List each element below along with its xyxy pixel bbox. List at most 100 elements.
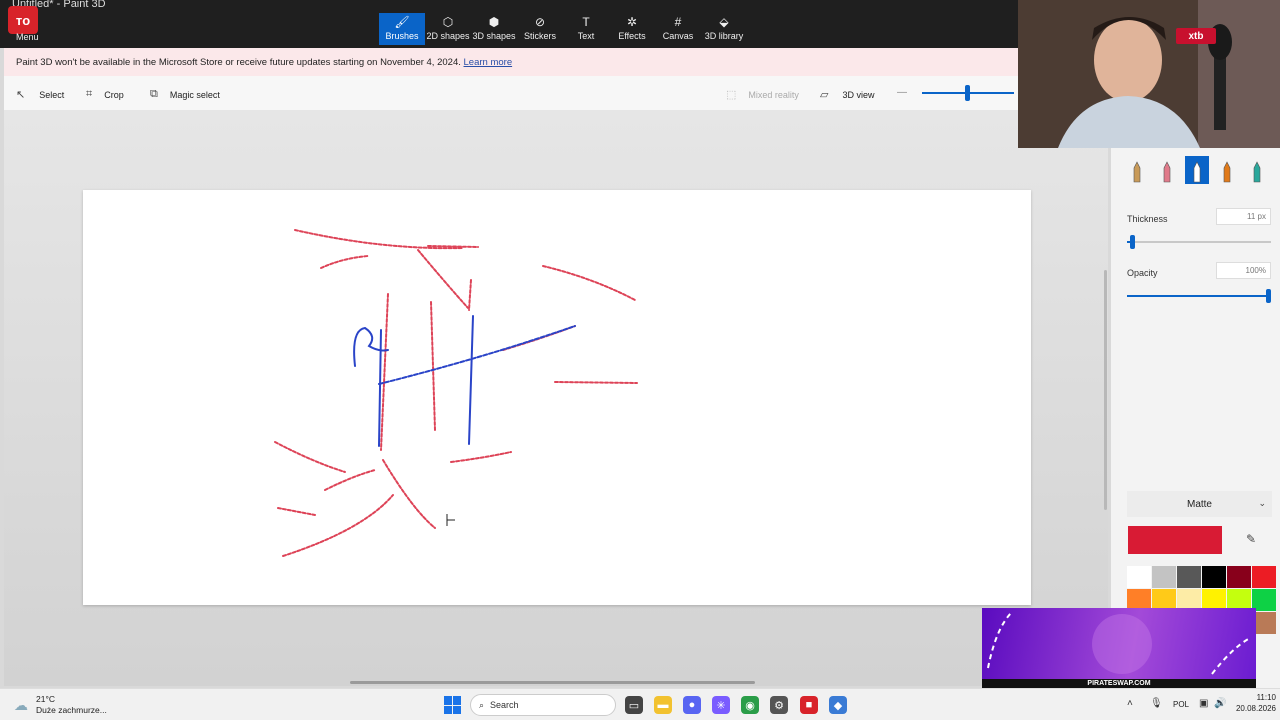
- network-icon[interactable]: ▣: [1199, 698, 1208, 709]
- color-swatch[interactable]: [1177, 566, 1201, 588]
- thickness-slider-thumb[interactable]: [1129, 235, 1135, 249]
- volume-icon[interactable]: 🔊: [1214, 698, 1226, 709]
- tab-label: Stickers: [523, 31, 556, 41]
- 3d-view-button[interactable]: ▱ 3D view: [820, 88, 874, 101]
- app-red-icon[interactable]: ■: [800, 696, 818, 714]
- opacity-slider[interactable]: [1127, 289, 1271, 303]
- opacity-input[interactable]: 100%: [1216, 262, 1271, 279]
- color-swatch[interactable]: [1202, 566, 1226, 588]
- zoom-slider-thumb[interactable]: [965, 85, 970, 101]
- banner-message: Paint 3D won't be available in the Micro…: [16, 57, 461, 68]
- crop-label: Crop: [104, 89, 124, 100]
- stroke: [427, 245, 479, 248]
- tab-label: Effects: [618, 31, 646, 41]
- paint-3d-taskbar-icon[interactable]: ◆: [829, 696, 847, 714]
- crayon-brush-icon[interactable]: [1245, 156, 1269, 184]
- taskbar-search[interactable]: ⌕ Search: [470, 694, 616, 716]
- magic-select-button[interactable]: ⧉ Magic select: [150, 88, 220, 101]
- file-explorer-icon[interactable]: ▬: [654, 696, 672, 714]
- effects-icon: ✲: [626, 15, 638, 29]
- stroke: [417, 249, 469, 309]
- stroke: [277, 507, 316, 516]
- 3d-library-icon: ⬙: [719, 15, 729, 29]
- search-icon: ⌕: [479, 699, 485, 710]
- tab-text[interactable]: T Text: [563, 13, 609, 45]
- stroke: [542, 265, 636, 301]
- tab-3d-shapes[interactable]: ⬢ 3D shapes: [471, 13, 517, 45]
- calligraphy-pen-icon[interactable]: [1185, 156, 1209, 184]
- clock-time[interactable]: 11:10: [1238, 693, 1276, 702]
- search-placeholder: Search: [490, 700, 519, 710]
- app-logo-icon[interactable]: ᴛᴏ: [8, 6, 38, 34]
- app-settings-icon[interactable]: ⚙: [770, 696, 788, 714]
- tab-brushes[interactable]: 🖌 Brushes: [379, 13, 425, 45]
- stroke: [430, 301, 436, 431]
- stroke: [380, 293, 389, 451]
- brush-panel: Thickness 11 px Opacity 100% Matte ⌄ ✎: [1111, 148, 1280, 688]
- color-swatch[interactable]: [1227, 566, 1251, 588]
- brush-icon: 🖌: [394, 15, 410, 29]
- tab-stickers[interactable]: ⊘ Stickers: [517, 13, 563, 45]
- ad-graphic: [987, 611, 1251, 675]
- stroke: [274, 441, 346, 473]
- weather-temperature[interactable]: 21°C: [36, 694, 55, 704]
- tab-label: 2D shapes: [426, 31, 470, 41]
- tab-label: 3D shapes: [472, 31, 516, 41]
- color-swatch[interactable]: [1252, 566, 1276, 588]
- app-toolbar: Untitled* - Paint 3D ᴛᴏ Menu 🖌 Brushes ⬡ 2D…: [0, 0, 1018, 48]
- pencil-brush-icon[interactable]: [1215, 156, 1239, 184]
- deprecation-banner: Paint 3D won't be available in the Micro…: [4, 48, 1018, 76]
- menu-button[interactable]: Menu: [16, 32, 39, 42]
- clock-date[interactable]: 20.08.2026: [1232, 704, 1276, 713]
- select-label: Select: [39, 89, 65, 100]
- xtb-badge-text: xtb: [1188, 30, 1204, 42]
- drawing-canvas[interactable]: [83, 190, 1031, 605]
- discord-icon[interactable]: ●: [683, 696, 701, 714]
- canvas-drawing: [274, 229, 638, 557]
- tab-label: Canvas: [662, 31, 694, 41]
- vertical-scrollbar[interactable]: [1104, 270, 1107, 510]
- tab-3d-library[interactable]: ⬙ 3D library: [701, 13, 747, 45]
- weather-description[interactable]: Duże zachmurze...: [36, 705, 107, 715]
- select-button[interactable]: ↖ Select: [16, 88, 64, 101]
- thickness-label: Thickness: [1127, 214, 1168, 224]
- mixed-reality-button[interactable]: ⬚ Mixed reality: [726, 88, 799, 101]
- stroke: [554, 381, 638, 384]
- microphone-icon[interactable]: 🎙: [1150, 698, 1163, 709]
- tab-label: Text: [577, 31, 595, 41]
- zoom-out-icon[interactable]: —: [897, 87, 907, 98]
- opacity-slider-thumb[interactable]: [1266, 289, 1271, 303]
- eyedropper-icon[interactable]: ✎: [1246, 532, 1256, 546]
- thickness-slider[interactable]: [1127, 235, 1271, 249]
- tab-canvas[interactable]: # Canvas: [655, 13, 701, 45]
- stroke: [378, 325, 576, 385]
- color-swatch[interactable]: [1152, 566, 1176, 588]
- current-color-swatch[interactable]: [1128, 526, 1222, 554]
- pen-brush-icon[interactable]: [1125, 156, 1149, 184]
- crop-button[interactable]: ⌗ Crop: [86, 88, 124, 101]
- chevron-up-icon[interactable]: ˄: [1127, 698, 1133, 709]
- chrome-icon[interactable]: ◉: [741, 696, 759, 714]
- marker-brush-icon[interactable]: [1155, 156, 1179, 184]
- start-button[interactable]: [444, 696, 462, 714]
- task-view-icon[interactable]: ▭: [625, 696, 643, 714]
- stroke: [382, 459, 436, 529]
- language-indicator[interactable]: POL: [1173, 700, 1189, 709]
- weather-cloud-icon[interactable]: ☁: [14, 697, 28, 714]
- finish-dropdown[interactable]: Matte ⌄: [1127, 491, 1272, 517]
- windows-logo-icon: [444, 705, 452, 714]
- app-star-icon[interactable]: ✳: [712, 696, 730, 714]
- mixed-reality-icon: ⬚: [726, 89, 737, 101]
- chevron-down-icon: ⌄: [1258, 498, 1266, 508]
- learn-more-link[interactable]: Learn more: [464, 57, 513, 68]
- stickers-icon: ⊘: [534, 15, 546, 29]
- color-swatch[interactable]: [1127, 566, 1151, 588]
- tab-effects[interactable]: ✲ Effects: [609, 13, 655, 45]
- opacity-slider-fill: [1127, 295, 1271, 297]
- finish-value: Matte: [1186, 498, 1212, 510]
- app-logo-text: ᴛᴏ: [15, 12, 31, 28]
- brush-list: [1125, 156, 1269, 184]
- tab-2d-shapes[interactable]: ⬡ 2D shapes: [425, 13, 471, 45]
- horizontal-scrollbar[interactable]: [350, 681, 755, 684]
- thickness-input[interactable]: 11 px: [1216, 208, 1271, 225]
